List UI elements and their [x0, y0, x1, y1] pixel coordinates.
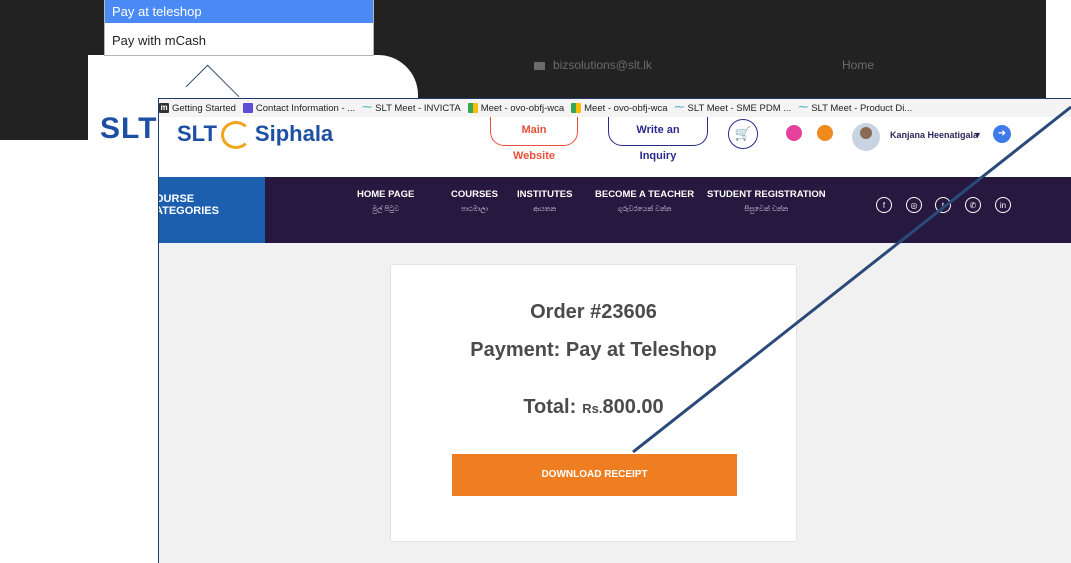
main-website-button[interactable]: Main Website	[490, 117, 578, 162]
bookmark-slt-meet-product[interactable]: ⁓ SLT Meet - Product Di...	[798, 103, 912, 114]
bg-email-text: bizsolutions@slt.lk	[534, 58, 652, 72]
bookmark-slt-meet-invicta[interactable]: ⁓ SLT Meet - INVICTA	[362, 103, 461, 114]
write-inquiry-button[interactable]: Write an Inquiry	[608, 117, 708, 162]
notification-icon[interactable]	[786, 125, 802, 141]
swirl-icon	[220, 121, 251, 150]
browser-window: m Getting Started Contact Information - .…	[158, 98, 1071, 563]
bg-home-link[interactable]: Home	[842, 58, 874, 72]
slt-icon: ⁓	[362, 102, 373, 113]
download-receipt-button[interactable]: DOWNLOAD RECEIPT	[452, 454, 737, 496]
user-name[interactable]: Kanjana Heenatigala	[890, 130, 978, 140]
page-content: Order #23606 Payment: Pay at Teleshop To…	[159, 243, 1071, 563]
whatsapp-icon[interactable]: ✆	[965, 197, 981, 213]
main-navbar: OURSE ATEGORIES HOME PAGE මුල් පිටුව COUR…	[159, 177, 1071, 243]
order-summary-card: Order #23606 Payment: Pay at Teleshop To…	[390, 264, 797, 542]
chevron-down-icon[interactable]: ▼	[973, 130, 982, 140]
payment-method: Payment: Pay at Teleshop	[470, 339, 717, 361]
bookmarks-bar: m Getting Started Contact Information - .…	[159, 99, 1071, 117]
cart-icon[interactable]: 🛒	[728, 119, 758, 149]
list-icon	[242, 103, 253, 113]
dropdown-option-teleshop[interactable]: Pay at teleshop	[105, 0, 373, 23]
slt-icon: ⁓	[674, 102, 685, 113]
bookmark-getting-started[interactable]: m Getting Started	[159, 103, 236, 114]
payment-method-dropdown[interactable]: Pay at teleshop Pay with mCash	[104, 0, 374, 56]
logout-icon[interactable]: ➜	[993, 125, 1011, 143]
bookmark-meet-2[interactable]: Meet - ovo-obfj-wca	[571, 103, 668, 114]
mail-icon[interactable]	[817, 125, 833, 141]
m-icon: m	[159, 103, 169, 113]
slt-icon: ⁓	[798, 102, 809, 113]
instagram-icon[interactable]: ◎	[906, 197, 922, 213]
bookmark-meet-1[interactable]: Meet - ovo-obfj-wca	[467, 103, 564, 114]
linkedin-icon[interactable]: in	[995, 197, 1011, 213]
bookmark-slt-meet-sme[interactable]: ⁓ SLT Meet - SME PDM ...	[675, 103, 792, 114]
envelope-icon	[534, 61, 545, 70]
nav-student-registration[interactable]: STUDENT REGISTRATION සිසුවෙක් වන්න	[707, 189, 826, 214]
site-logo[interactable]: SLT Siphala	[177, 121, 333, 150]
meet-icon	[571, 103, 582, 113]
bookmark-contact-information[interactable]: Contact Information - ...	[242, 103, 355, 114]
nav-institutes[interactable]: INSTITUTES ආයතන	[517, 189, 572, 214]
avatar[interactable]	[852, 123, 880, 151]
nav-home-page[interactable]: HOME PAGE මුල් පිටුව	[357, 189, 414, 214]
order-total: Total: Rs.800.00	[523, 396, 664, 418]
nav-courses[interactable]: COURSES පාඨමාලා	[451, 189, 498, 214]
nav-become-teacher[interactable]: BECOME A TEACHER ගුරුවරයෙක් වන්න	[595, 189, 694, 214]
order-number: Order #23606	[530, 301, 657, 323]
site-header: SLT Siphala Main Website Write an Inquiry…	[159, 117, 1071, 177]
twitter-icon[interactable]: t	[935, 197, 951, 213]
bg-logo-text: SLT	[100, 112, 158, 145]
dropdown-option-mcash[interactable]: Pay with mCash	[105, 30, 373, 52]
meet-icon	[467, 103, 478, 113]
facebook-icon[interactable]: f	[876, 197, 892, 213]
course-categories-button[interactable]: OURSE ATEGORIES	[159, 177, 265, 243]
